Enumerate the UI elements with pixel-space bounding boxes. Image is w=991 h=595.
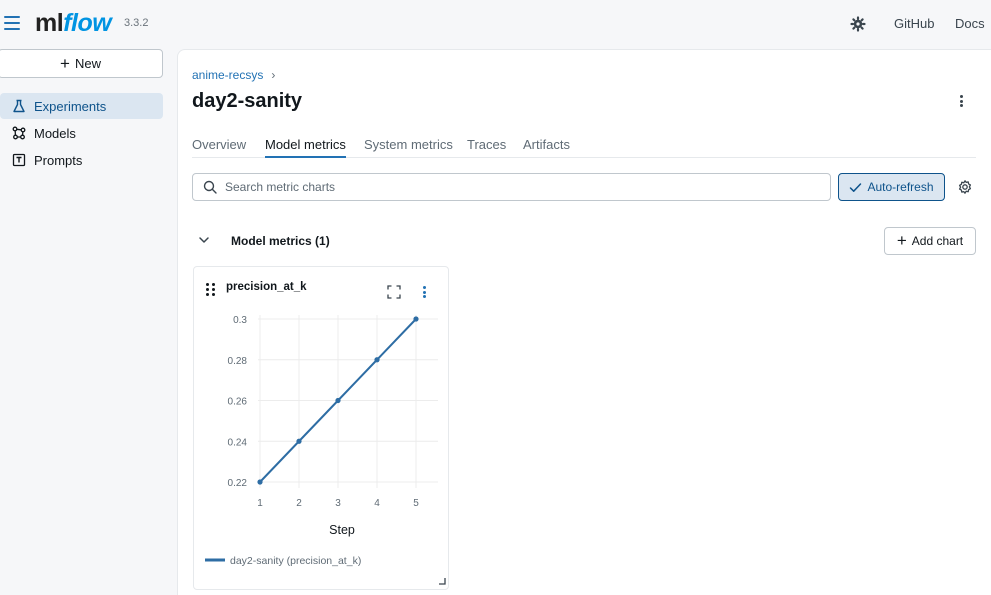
main-panel: anime-recsys › day2-sanity Overview Mode…: [177, 49, 991, 595]
sidebar-item-label: Experiments: [34, 98, 107, 114]
github-link[interactable]: GitHub: [894, 16, 934, 31]
tab-system-metrics[interactable]: System metrics: [364, 137, 453, 158]
search-icon: [203, 180, 217, 194]
data-point: [296, 438, 302, 444]
data-point: [257, 479, 263, 485]
new-button-label: New: [74, 56, 101, 71]
search-input[interactable]: [225, 180, 805, 194]
tab-bar: Overview Model metrics System metrics Tr…: [192, 137, 976, 158]
plus-icon: +: [896, 231, 907, 250]
check-icon: [850, 182, 862, 192]
logo-flow: flow: [63, 9, 112, 37]
x-tick-label: 4: [374, 498, 380, 509]
x-tick-label: 5: [413, 498, 419, 509]
chart-card: precision_at_k 0.22 0.24 0.26 0.28 0.3 1 2 3 4 5 S…: [193, 266, 449, 590]
beaker-icon: [13, 99, 25, 113]
x-tick-label: 2: [296, 498, 302, 509]
menu-icon[interactable]: [4, 16, 20, 30]
data-point: [413, 316, 419, 322]
top-bar: mlflow 3.3.2 GitHub Docs: [0, 0, 991, 48]
add-chart-button[interactable]: + Add chart: [884, 227, 976, 255]
breadcrumb[interactable]: anime-recsys ›: [192, 68, 275, 82]
data-point: [374, 357, 380, 363]
sidebar-item-label: Prompts: [34, 152, 83, 168]
sidebar-item-experiments[interactable]: Experiments: [0, 93, 163, 119]
y-tick-label: 0.28: [228, 356, 248, 367]
docs-link[interactable]: Docs: [955, 16, 985, 31]
resize-handle-icon[interactable]: [438, 577, 446, 585]
tab-overview[interactable]: Overview: [192, 137, 246, 158]
tab-artifacts[interactable]: Artifacts: [523, 137, 570, 158]
logo-ml: ml: [35, 9, 64, 37]
section-title: Model metrics (1): [231, 234, 330, 248]
x-tick-label: 3: [335, 498, 341, 509]
legend-label: day2-sanity (precision_at_k): [230, 555, 361, 567]
line-chart: 0.22 0.24 0.26 0.28 0.3 1 2 3 4 5 Step day2-sanity …: [205, 315, 438, 567]
theme-gear-icon[interactable]: [850, 16, 866, 32]
y-tick-label: 0.24: [228, 437, 248, 448]
sidebar-item-models[interactable]: Models: [0, 120, 163, 146]
sidebar-item-prompts[interactable]: Prompts: [0, 147, 163, 173]
y-tick-label: 0.26: [228, 397, 248, 408]
x-tick-label: 1: [257, 498, 263, 509]
more-options-icon[interactable]: [954, 92, 968, 110]
mlflow-logo[interactable]: mlflow: [35, 9, 112, 37]
x-axis-label: Step: [329, 523, 355, 537]
data-point: [335, 397, 341, 404]
tab-model-metrics[interactable]: Model metrics: [265, 137, 346, 158]
plus-icon: +: [60, 53, 70, 73]
models-icon: [12, 126, 26, 140]
page-title: day2-sanity: [192, 90, 303, 112]
tab-traces[interactable]: Traces: [467, 137, 506, 158]
y-tick-label: 0.3: [233, 315, 247, 326]
prompts-icon: [12, 153, 26, 167]
chevron-down-icon[interactable]: [198, 234, 210, 246]
new-button[interactable]: + New: [0, 49, 163, 78]
y-tick-label: 0.22: [228, 478, 248, 489]
sidebar-item-label: Models: [34, 125, 76, 141]
chevron-right-icon: ›: [271, 68, 276, 82]
version-label: 3.3.2: [124, 17, 149, 29]
breadcrumb-experiment[interactable]: anime-recsys: [192, 68, 263, 82]
auto-refresh-button[interactable]: Auto-refresh: [838, 173, 945, 201]
auto-refresh-label: Auto-refresh: [867, 180, 934, 194]
add-chart-label: Add chart: [911, 234, 964, 248]
gear-icon[interactable]: [957, 179, 973, 195]
search-box[interactable]: [192, 173, 831, 201]
